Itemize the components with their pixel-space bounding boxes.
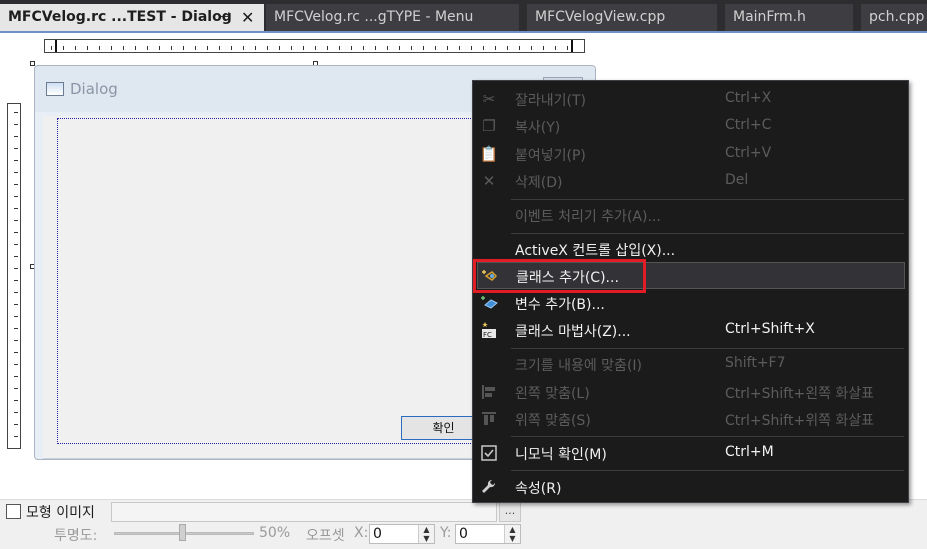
menu-item-label: 복사(Y) [515, 120, 561, 136]
close-icon[interactable]: ✕ [241, 4, 254, 31]
menu-item-shortcut: Ctrl+Shift+왼쪽 화살표 [725, 386, 875, 402]
menu-item-shortcut: Ctrl+Shift+X [725, 321, 815, 337]
wrench-icon [479, 477, 499, 497]
tab-label: MFCVelog.rc ...TEST - Dialog [8, 9, 232, 25]
opacity-slider-thumb[interactable] [179, 524, 186, 541]
menu-item-shortcut: Ctrl+C [725, 117, 772, 133]
menu-separator [511, 470, 904, 471]
menu-item-cut[interactable]: ✂ 잘라내기(T) Ctrl+X [477, 86, 905, 113]
checkbox-icon [479, 443, 499, 463]
ruler-ticks [14, 112, 18, 440]
menu-item-shortcut: Ctrl+Shift+위쪽 화살표 [725, 413, 875, 429]
tab-mainfrm-h[interactable]: MainFrm.h [725, 4, 853, 31]
menu-item-delete[interactable]: ✕ 삭제(D) Del [477, 168, 905, 195]
offset-x-label: X: [354, 525, 369, 541]
menu-item-label: 왼쪽 맞춤(L) [515, 386, 590, 402]
mockup-image-path-field[interactable] [111, 502, 497, 522]
menu-item-shortcut: Del [725, 172, 749, 188]
offset-y-spinner[interactable]: 0 ▲ ▼ [455, 524, 521, 544]
opacity-label: 투명도: [54, 528, 98, 544]
class-wizard-icon: FC [479, 320, 499, 340]
ruler-guide-marker[interactable] [571, 40, 573, 52]
horizontal-ruler[interactable] [44, 39, 585, 53]
menu-item-label: 삭제(D) [515, 175, 563, 191]
offset-y-label: Y: [440, 525, 452, 541]
ruler-ticks [51, 46, 578, 50]
menu-item-paste[interactable]: 📋 붙여넣기(P) Ctrl+V [477, 141, 905, 168]
highlight-annotation-box [473, 259, 646, 293]
offset-y-value: 0 [459, 526, 468, 542]
menu-item-label: 크기를 내용에 맞춤(I) [515, 358, 642, 374]
tab-pch-cpp[interactable]: pch.cpp [861, 4, 927, 31]
menu-item-label: 클래스 마법사(Z)... [515, 324, 631, 340]
menu-separator [511, 199, 904, 200]
spinner-arrows-icon[interactable]: ▲ ▼ [418, 525, 434, 543]
dialog-window-icon [46, 82, 64, 96]
menu-item-add-event-handler[interactable]: 이벤트 처리기 추가(A)... [477, 202, 905, 229]
offset-x-spinner[interactable]: 0 ▲ ▼ [369, 524, 435, 544]
tab-label: MFCVelog.rc ...gTYPE - Menu [274, 9, 474, 25]
copy-icon: ❐ [482, 117, 496, 135]
menu-item-shortcut: Ctrl+V [725, 145, 772, 161]
offset-label: 오프셋 [306, 528, 345, 544]
ruler-guide-marker[interactable] [55, 40, 57, 52]
align-left-icon [479, 382, 499, 402]
opacity-value: 50% [259, 525, 291, 541]
tab-label: pch.cpp [869, 9, 925, 25]
add-variable-icon [479, 293, 499, 313]
menu-item-copy[interactable]: ❐ 복사(Y) Ctrl+C [477, 113, 905, 140]
menu-separator [511, 436, 904, 437]
tab-label: MainFrm.h [733, 9, 806, 25]
menu-separator [511, 233, 904, 234]
mockup-image-checkbox[interactable] [6, 504, 21, 519]
menu-item-size-to-content[interactable]: 크기를 내용에 맞춤(I) Shift+F7 [477, 351, 905, 378]
dialog-title: Dialog [70, 80, 118, 98]
delete-icon: ✕ [482, 172, 496, 190]
menu-item-align-top[interactable]: 위쪽 맞춤(S) Ctrl+Shift+위쪽 화살표 [477, 406, 905, 433]
menu-item-class-wizard[interactable]: FC 클래스 마법사(Z)... Ctrl+Shift+X [477, 317, 905, 344]
mockup-image-label: 모형 이미지 [26, 505, 95, 521]
menu-item-label: 이벤트 처리기 추가(A)... [515, 209, 661, 225]
menu-item-label: 붙여넣기(P) [515, 148, 586, 164]
menu-item-add-variable[interactable]: 변수 추가(B)... [477, 290, 905, 317]
align-top-icon [479, 409, 499, 429]
menu-item-align-left[interactable]: 왼쪽 맞춤(L) Ctrl+Shift+왼쪽 화살표 [477, 379, 905, 406]
spinner-arrows-icon[interactable]: ▲ ▼ [504, 525, 520, 543]
menu-item-shortcut: Shift+F7 [725, 355, 786, 371]
mockup-image-toolbar: 모형 이미지 ... 투명도: 50% 오프셋 X: 0 ▲ ▼ Y: 0 ▲ ▼ [0, 499, 927, 549]
vertical-ruler[interactable] [7, 103, 21, 449]
document-tab-bar: MFCVelog.rc ...TEST - Dialog ⊣ ✕ MFCVelo… [0, 0, 927, 33]
menu-item-label: 니모닉 확인(M) [515, 447, 607, 463]
menu-item-shortcut: Ctrl+M [725, 444, 774, 460]
pin-icon[interactable]: ⊣ [219, 4, 230, 31]
menu-item-label: 변수 추가(B)... [515, 297, 605, 313]
menu-item-label: 속성(R) [515, 481, 562, 497]
menu-separator [511, 348, 904, 349]
menu-item-label: 잘라내기(T) [515, 93, 586, 109]
svg-text:FC: FC [483, 331, 492, 339]
offset-x-value: 0 [373, 526, 382, 542]
browse-button[interactable]: ... [499, 502, 521, 522]
menu-item-properties[interactable]: 속성(R) [477, 474, 905, 501]
menu-item-label: 위쪽 맞춤(S) [515, 413, 591, 429]
menu-item-check-mnemonics[interactable]: 니모닉 확인(M) Ctrl+M [477, 440, 905, 467]
tab-label: MFCVelogView.cpp [535, 9, 666, 25]
tab-view-cpp[interactable]: MFCVelogView.cpp [527, 4, 717, 31]
paste-icon: 📋 [479, 145, 499, 163]
tab-menu[interactable]: MFCVelog.rc ...gTYPE - Menu [266, 4, 519, 31]
tab-dialog[interactable]: MFCVelog.rc ...TEST - Dialog ⊣ ✕ [0, 4, 264, 31]
menu-item-shortcut: Ctrl+X [725, 90, 772, 106]
menu-item-label: ActiveX 컨트롤 삽입(X)... [515, 243, 676, 259]
scissors-icon: ✂ [482, 90, 496, 108]
